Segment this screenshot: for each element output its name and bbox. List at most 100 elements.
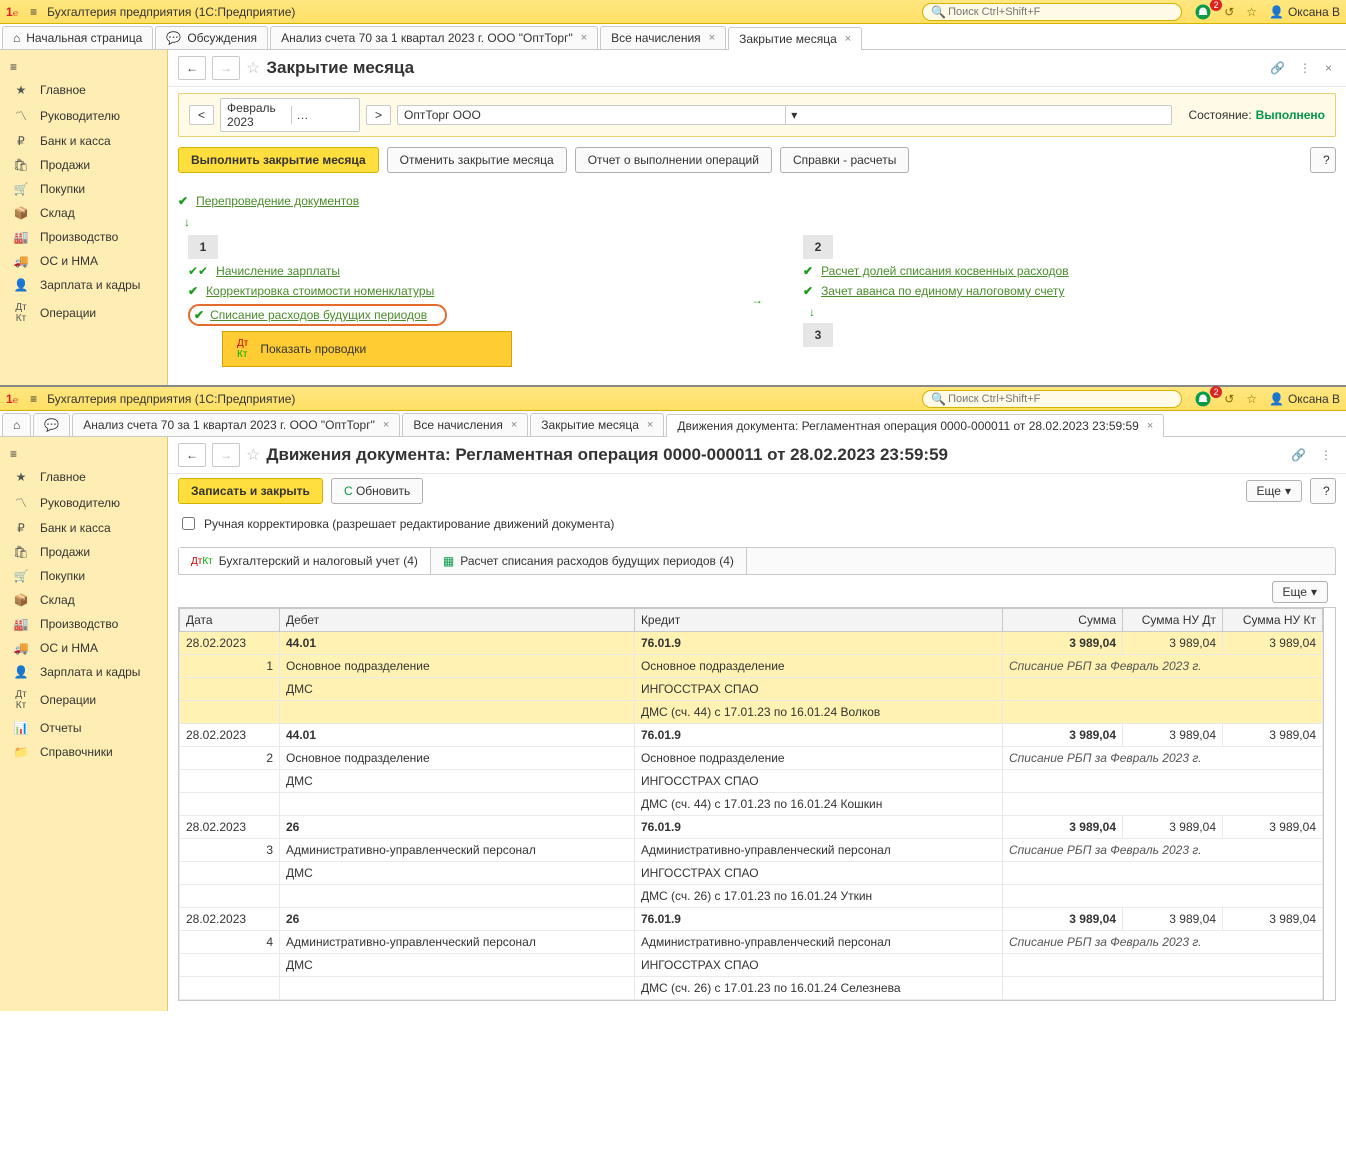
sidebar-item-stock[interactable]: 📦Склад: [0, 201, 167, 225]
refresh-button[interactable]: С Обновить: [331, 478, 423, 504]
save-close-button[interactable]: Записать и закрыть: [178, 478, 323, 504]
table-row[interactable]: 28.02.2023 44.01 76.01.9 3 989,04 3 989,…: [180, 632, 1323, 655]
table-row[interactable]: 1 Основное подразделение Основное подраз…: [180, 655, 1323, 678]
sidebar-burger[interactable]: ≡: [0, 443, 167, 465]
sidebar-item-salary[interactable]: 👤Зарплата и кадры: [0, 273, 167, 297]
user-chip[interactable]: 👤 Оксана В: [1263, 392, 1346, 406]
more-button[interactable]: Еще▾: [1246, 480, 1302, 502]
tab-accounting[interactable]: ДтКтБухгалтерский и налоговый учет (4): [179, 548, 431, 574]
kebab-icon[interactable]: ⋮: [1295, 61, 1315, 75]
period-next-button[interactable]: >: [366, 105, 391, 125]
nav-back-button[interactable]: ←: [178, 56, 206, 80]
sidebar-item-stock[interactable]: 📦Склад: [0, 588, 167, 612]
table-row[interactable]: ДМС (сч. 26) с 17.01.23 по 16.01.24 Утки…: [180, 885, 1323, 908]
tab-analysis[interactable]: Анализ счета 70 за 1 квартал 2023 г. ООО…: [72, 413, 400, 436]
close-icon[interactable]: ×: [581, 32, 587, 44]
favorite-star-icon[interactable]: ☆: [246, 58, 260, 78]
sidebar-item-production[interactable]: 🏭Производство: [0, 225, 167, 249]
close-icon[interactable]: ×: [709, 32, 715, 44]
sidebar-item-catalogs[interactable]: 📁Справочники: [0, 740, 167, 764]
close-icon[interactable]: ×: [1321, 61, 1336, 75]
favorite-star-icon[interactable]: ☆: [246, 445, 260, 465]
link-indirect[interactable]: Расчет долей списания косвенных расходов: [821, 264, 1069, 278]
scrollbar[interactable]: [1323, 608, 1335, 1000]
refs-button[interactable]: Справки - расчеты: [780, 147, 909, 173]
col-nud[interactable]: Сумма НУ Дт: [1123, 609, 1223, 632]
sidebar-item-operations[interactable]: ДтКтОперации: [0, 297, 167, 329]
tab-discussions[interactable]: 💬: [33, 413, 70, 436]
link-icon[interactable]: 🔗: [1287, 448, 1310, 462]
burger-icon[interactable]: ≡: [24, 5, 43, 19]
search-field[interactable]: [946, 5, 1173, 19]
table-row[interactable]: ДМС (сч. 44) с 17.01.23 по 16.01.24 Кошк…: [180, 793, 1323, 816]
table-more-button[interactable]: Еще▾: [1272, 581, 1328, 603]
link-advance[interactable]: Зачет аванса по единому налоговому счету: [821, 284, 1064, 298]
bell-icon[interactable]: 2: [1188, 3, 1218, 21]
table-row[interactable]: 2 Основное подразделение Основное подраз…: [180, 747, 1323, 770]
link-rbp[interactable]: Списание расходов будущих периодов: [210, 308, 427, 322]
context-menu[interactable]: ДтКт Показать проводки: [222, 331, 512, 367]
tab-home[interactable]: ⌂: [2, 413, 31, 436]
table-row[interactable]: 28.02.2023 44.01 76.01.9 3 989,04 3 989,…: [180, 724, 1323, 747]
manual-edit-checkbox[interactable]: Ручная корректировка (разрешает редактир…: [178, 514, 1336, 533]
period-picker[interactable]: Февраль 2023…: [220, 98, 360, 132]
sidebar-item-sales[interactable]: 🛍Продажи: [0, 153, 167, 177]
table-row[interactable]: 28.02.2023 26 76.01.9 3 989,04 3 989,04 …: [180, 816, 1323, 839]
report-button[interactable]: Отчет о выполнении операций: [575, 147, 772, 173]
star-icon[interactable]: ☆: [1240, 392, 1263, 406]
link-repost[interactable]: Перепроведение документов: [196, 194, 359, 208]
sidebar-burger[interactable]: ≡: [0, 56, 167, 78]
link-icon[interactable]: 🔗: [1266, 61, 1289, 75]
user-chip[interactable]: 👤 Оксана В: [1263, 5, 1346, 19]
period-prev-button[interactable]: <: [189, 105, 214, 125]
sidebar-item-reports[interactable]: 📊Отчеты: [0, 716, 167, 740]
col-debit[interactable]: Дебет: [280, 609, 635, 632]
help-button[interactable]: ?: [1310, 147, 1336, 173]
execute-button[interactable]: Выполнить закрытие месяца: [178, 147, 379, 173]
tab-movements[interactable]: Движения документа: Регламентная операци…: [666, 414, 1164, 437]
kebab-icon[interactable]: ⋮: [1316, 448, 1336, 462]
table-row[interactable]: 4 Административно-управленческий персона…: [180, 931, 1323, 954]
cancel-button[interactable]: Отменить закрытие месяца: [387, 147, 567, 173]
ctx-show-postings[interactable]: Показать проводки: [260, 342, 366, 356]
burger-icon[interactable]: ≡: [24, 392, 43, 406]
ellipsis-icon[interactable]: …: [291, 106, 360, 124]
close-icon[interactable]: ×: [383, 419, 389, 431]
tab-analysis[interactable]: Анализ счета 70 за 1 квартал 2023 г. ООО…: [270, 26, 598, 49]
close-icon[interactable]: ×: [845, 33, 851, 45]
table-row[interactable]: ДМС ИНГОССТРАХ СПАО: [180, 770, 1323, 793]
tab-month-close[interactable]: Закрытие месяца×: [728, 27, 862, 50]
sidebar-item-sales[interactable]: 🛍Продажи: [0, 540, 167, 564]
col-sum[interactable]: Сумма: [1003, 609, 1123, 632]
star-icon[interactable]: ☆: [1240, 5, 1263, 19]
tab-rbp-calc[interactable]: ▦Расчет списания расходов будущих период…: [431, 548, 747, 574]
table-row[interactable]: 28.02.2023 26 76.01.9 3 989,04 3 989,04 …: [180, 908, 1323, 931]
search-input[interactable]: 🔍: [922, 3, 1182, 21]
table-row[interactable]: ДМС ИНГОССТРАХ СПАО: [180, 862, 1323, 885]
tab-home[interactable]: ⌂Начальная страница: [2, 26, 153, 49]
sidebar-item-main[interactable]: ★Главное: [0, 465, 167, 489]
close-icon[interactable]: ×: [647, 419, 653, 431]
table-row[interactable]: ДМС (сч. 26) с 17.01.23 по 16.01.24 Селе…: [180, 977, 1323, 1000]
sidebar-item-main[interactable]: ★Главное: [0, 78, 167, 102]
tab-month-close[interactable]: Закрытие месяца×: [530, 413, 664, 436]
sidebar-item-assets[interactable]: 🚚ОС и НМА: [0, 636, 167, 660]
sidebar-item-manager[interactable]: 〽Руководителю: [0, 102, 167, 129]
col-nuk[interactable]: Сумма НУ Кт: [1223, 609, 1323, 632]
table-row[interactable]: ДМС ИНГОССТРАХ СПАО: [180, 954, 1323, 977]
bell-icon[interactable]: 2: [1188, 390, 1218, 408]
link-cost-adj[interactable]: Корректировка стоимости номенклатуры: [206, 284, 434, 298]
search-input[interactable]: 🔍: [922, 390, 1182, 408]
nav-fwd-button[interactable]: →: [212, 56, 240, 80]
org-picker[interactable]: ОптТорг ООО▾: [397, 105, 1172, 125]
tab-all-accruals[interactable]: Все начисления×: [600, 26, 726, 49]
sidebar-item-operations[interactable]: ДтКтОперации: [0, 684, 167, 716]
table-row[interactable]: ДМС ИНГОССТРАХ СПАО: [180, 678, 1323, 701]
tab-all-accruals[interactable]: Все начисления×: [402, 413, 528, 436]
tab-discussions[interactable]: 💬Обсуждения: [155, 26, 268, 49]
table[interactable]: Дата Дебет Кредит Сумма Сумма НУ Дт Сумм…: [179, 608, 1323, 1000]
col-credit[interactable]: Кредит: [634, 609, 1002, 632]
close-icon[interactable]: ×: [1147, 420, 1153, 432]
sidebar-item-assets[interactable]: 🚚ОС и НМА: [0, 249, 167, 273]
nav-fwd-button[interactable]: →: [212, 443, 240, 467]
